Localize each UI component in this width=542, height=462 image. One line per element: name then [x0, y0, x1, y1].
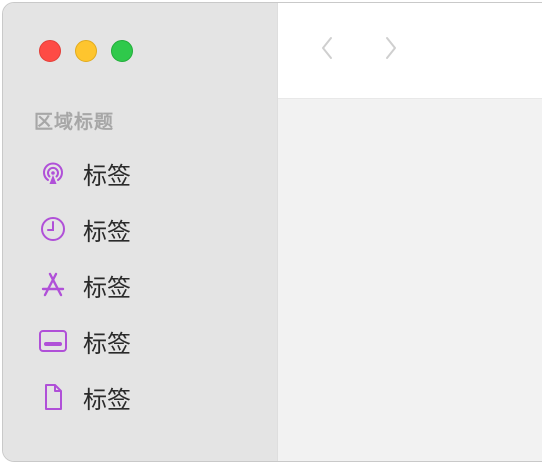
- document-icon: [38, 382, 68, 412]
- close-button[interactable]: [39, 40, 61, 62]
- sidebar-item-applications[interactable]: 标签: [3, 257, 277, 313]
- sidebar-item-label: 标签: [83, 217, 131, 246]
- sidebar-item-recents[interactable]: 标签: [3, 201, 277, 257]
- app-store-icon: [38, 270, 68, 300]
- sidebar-item-airdrop[interactable]: 标签: [3, 145, 277, 201]
- chevron-left-icon: [318, 36, 336, 64]
- minimize-button[interactable]: [75, 40, 97, 62]
- main-content: [278, 99, 542, 461]
- sidebar-item-label: 标签: [83, 161, 131, 190]
- zoom-button[interactable]: [111, 40, 133, 62]
- desktop-icon: [38, 326, 68, 356]
- sidebar-item-label: 标签: [83, 329, 131, 358]
- sidebar-section-title: 区域标题: [34, 111, 115, 133]
- window-controls: [39, 40, 133, 62]
- clock-icon: [38, 214, 68, 244]
- sidebar-item-documents[interactable]: 标签: [3, 369, 277, 425]
- airdrop-icon: [38, 158, 68, 188]
- sidebar-item-label: 标签: [83, 385, 131, 414]
- sidebar-item-desktop[interactable]: 标签: [3, 313, 277, 369]
- sidebar-nav: 标签 标签 标签 标签 标签: [3, 145, 277, 425]
- app-window: 区域标题 标签 标签 标签 标签 标签: [2, 2, 542, 462]
- toolbar: [278, 3, 542, 99]
- sidebar-item-label: 标签: [83, 273, 131, 302]
- back-button[interactable]: [312, 35, 342, 65]
- sidebar: 区域标题 标签 标签 标签 标签 标签: [3, 3, 278, 461]
- chevron-right-icon: [382, 36, 400, 64]
- forward-button[interactable]: [376, 35, 406, 65]
